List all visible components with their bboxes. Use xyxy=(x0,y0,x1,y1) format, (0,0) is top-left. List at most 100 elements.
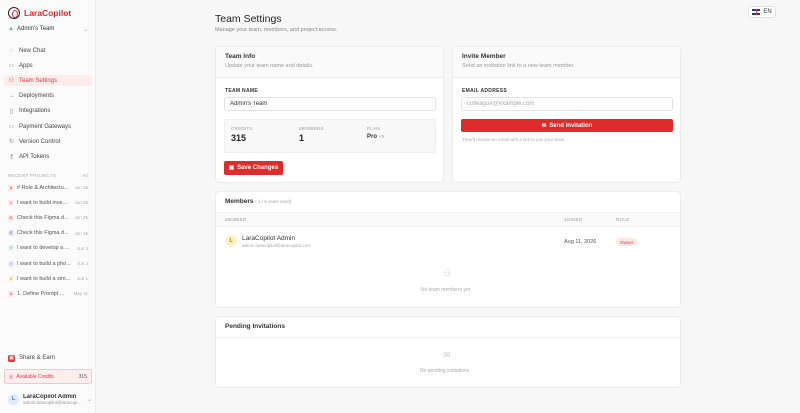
email-address-label: EMAIL ADDRESS xyxy=(462,88,508,94)
sidebar-item-label: Deployments xyxy=(19,93,55,100)
project-avatar: C xyxy=(8,214,14,221)
team-avatar: A xyxy=(8,26,14,32)
list-item[interactable]: II want to build a pho... Jun 2 xyxy=(8,259,88,268)
team-switcher[interactable]: A Admin's Team ⌄ xyxy=(8,24,88,34)
language-switcher[interactable]: EN xyxy=(748,6,776,18)
integrations-icon: ▯ xyxy=(9,108,14,115)
members-stat-label: MEMBERS xyxy=(299,126,324,131)
list-item[interactable]: II want to build a sim... Jun 1 xyxy=(8,274,88,283)
user-menu[interactable]: L LaraCopilot Admin admin.laracopilot@la… xyxy=(4,390,92,408)
plan-stat-version: V5 xyxy=(378,134,385,139)
sidebar-item-integrations[interactable]: ▯ Integrations xyxy=(4,106,92,117)
project-title: I want to build a sim... xyxy=(17,275,71,282)
pending-empty-text: No pending invitations xyxy=(420,368,470,374)
project-avatar: # xyxy=(8,184,14,191)
logo-text: LaraCopilot xyxy=(24,8,72,18)
project-avatar: 1 xyxy=(8,290,14,297)
project-date: Jun 2 xyxy=(76,261,88,266)
sidebar-item-label: Apps xyxy=(19,62,33,69)
credits-stat-value: 315 xyxy=(231,133,247,143)
available-credits[interactable]: ◎ Available Credits 315 xyxy=(4,369,92,384)
available-credits-value: 315 xyxy=(78,373,87,380)
project-avatar: I xyxy=(8,245,14,252)
project-date: Jun 1 xyxy=(76,276,88,282)
sidebar-item-new-chat[interactable]: ◌ New Chat xyxy=(4,45,92,56)
credits-icon: ◎ xyxy=(9,373,14,380)
project-avatar: I xyxy=(8,275,14,282)
recent-projects-header: RECENT PROJECTS All xyxy=(8,173,88,178)
sidebar-item-label: New Chat xyxy=(19,47,46,54)
project-date: Jun 16 xyxy=(74,185,88,190)
team-switcher-name: Admin's Team xyxy=(17,26,55,32)
pending-title: Pending Invitations xyxy=(225,323,285,330)
sidebar-item-version-control[interactable]: ↻ Version Control xyxy=(4,136,92,147)
flag-icon xyxy=(752,9,761,15)
member-joined: Aug 11, 2026 xyxy=(564,239,597,245)
logo[interactable]: LaraCopilot xyxy=(8,7,71,19)
list-item[interactable]: C Check this Figma d... Jun 25 xyxy=(8,213,88,222)
team-info-title: Team Info xyxy=(225,53,256,60)
member-email: admin.laracopilot@laracopilot.com xyxy=(242,243,311,248)
invite-title: Invite Member xyxy=(462,53,506,60)
users-icon: ⚇ xyxy=(443,268,452,278)
save-changes-button[interactable]: ▣ Save Changes xyxy=(224,161,283,175)
recent-projects-heading: RECENT PROJECTS xyxy=(8,173,57,178)
share-earn-button[interactable]: ▣ Share & Earn xyxy=(4,352,92,364)
members-header: Members ( 1 / 5 seats used) xyxy=(225,198,291,205)
list-item[interactable]: C Check this Figma d... Jun 16 xyxy=(8,229,88,238)
team-icon: ⚇ xyxy=(8,78,15,85)
project-avatar: I xyxy=(8,199,14,206)
user-avatar: L xyxy=(8,393,19,405)
project-date: Jun 2 xyxy=(76,245,88,251)
member-avatar: L xyxy=(225,235,237,247)
page-title: Team Settings xyxy=(215,13,282,25)
member-name: LaraCopilot Admin xyxy=(242,235,296,242)
user-name: LaraCopilot Admin xyxy=(23,393,77,400)
members-empty-text: No team members yet xyxy=(421,287,471,293)
send-invitation-button[interactable]: ✉ Send Invitation xyxy=(461,119,673,132)
invite-desc: Send an invitation link to a new team me… xyxy=(462,63,575,69)
team-info-desc: Update your team name and details. xyxy=(225,63,314,69)
sidebar-item-apps[interactable]: ▭ Apps xyxy=(4,60,92,71)
sidebar-item-payment-gateways[interactable]: ▭ Payment Gateways xyxy=(4,121,92,132)
list-item[interactable]: II want to build inve... Jun 25 xyxy=(8,198,88,207)
save-changes-label: Save Changes xyxy=(237,165,279,171)
page-subtitle: Manage your team, members, and project a… xyxy=(215,27,338,33)
sidebar-item-deployments[interactable]: → Deployments xyxy=(4,91,92,102)
list-item[interactable]: # # Role & Architectu... Jun 16 xyxy=(8,183,88,192)
invite-member-card: Invite Member Send an invitation link to… xyxy=(452,46,681,183)
project-date: Jun 25 xyxy=(74,215,88,221)
project-avatar: C xyxy=(8,230,14,237)
mail-icon: ✉ xyxy=(541,122,547,129)
team-name-label: TEAM NAME xyxy=(225,88,258,94)
project-date: Jun 25 xyxy=(74,200,88,206)
save-icon: ▣ xyxy=(228,165,235,171)
invite-email-input[interactable] xyxy=(461,97,673,111)
sidebar-item-api-tokens[interactable]: ⚷ API Tokens xyxy=(4,151,92,162)
logo-icon xyxy=(8,7,20,19)
team-name-input[interactable] xyxy=(224,97,436,111)
invite-hint: They'll receive an email with a link to … xyxy=(462,137,566,142)
recent-projects-all-link[interactable]: All xyxy=(82,173,88,178)
available-credits-label: Available Credits xyxy=(16,373,54,380)
col-joined: JOINED xyxy=(564,217,583,222)
payment-icon: ▭ xyxy=(8,124,15,130)
project-title: 1. Define Prompt ... xyxy=(17,290,65,297)
user-email: admin.laracopilot@laracopi... xyxy=(23,399,82,405)
list-item[interactable]: 1 1. Define Prompt ... May 11 xyxy=(8,289,88,298)
language-code: EN xyxy=(763,9,772,15)
gift-icon: ▣ xyxy=(8,354,15,362)
project-date: Jun 16 xyxy=(74,230,88,236)
project-title: I want to develop a ... xyxy=(17,245,70,252)
col-member: MEMBER xyxy=(225,217,247,222)
project-title: # Role & Architectu... xyxy=(17,184,69,191)
sidebar-item-team-settings[interactable]: ⚇ Team Settings xyxy=(4,75,92,87)
sidebar-item-label: Team Settings xyxy=(19,77,58,84)
project-title: Check this Figma d... xyxy=(17,214,69,221)
list-item[interactable]: II want to develop a ... Jun 2 xyxy=(8,244,88,253)
sidebar-item-label: Payment Gateways xyxy=(19,123,72,130)
project-title: Check this Figma d... xyxy=(17,230,69,237)
members-card: Members ( 1 / 5 seats used) MEMBER JOINE… xyxy=(215,191,681,308)
mail-icon: ✉ xyxy=(443,350,451,360)
sidebar-item-label: API Tokens xyxy=(19,153,50,160)
